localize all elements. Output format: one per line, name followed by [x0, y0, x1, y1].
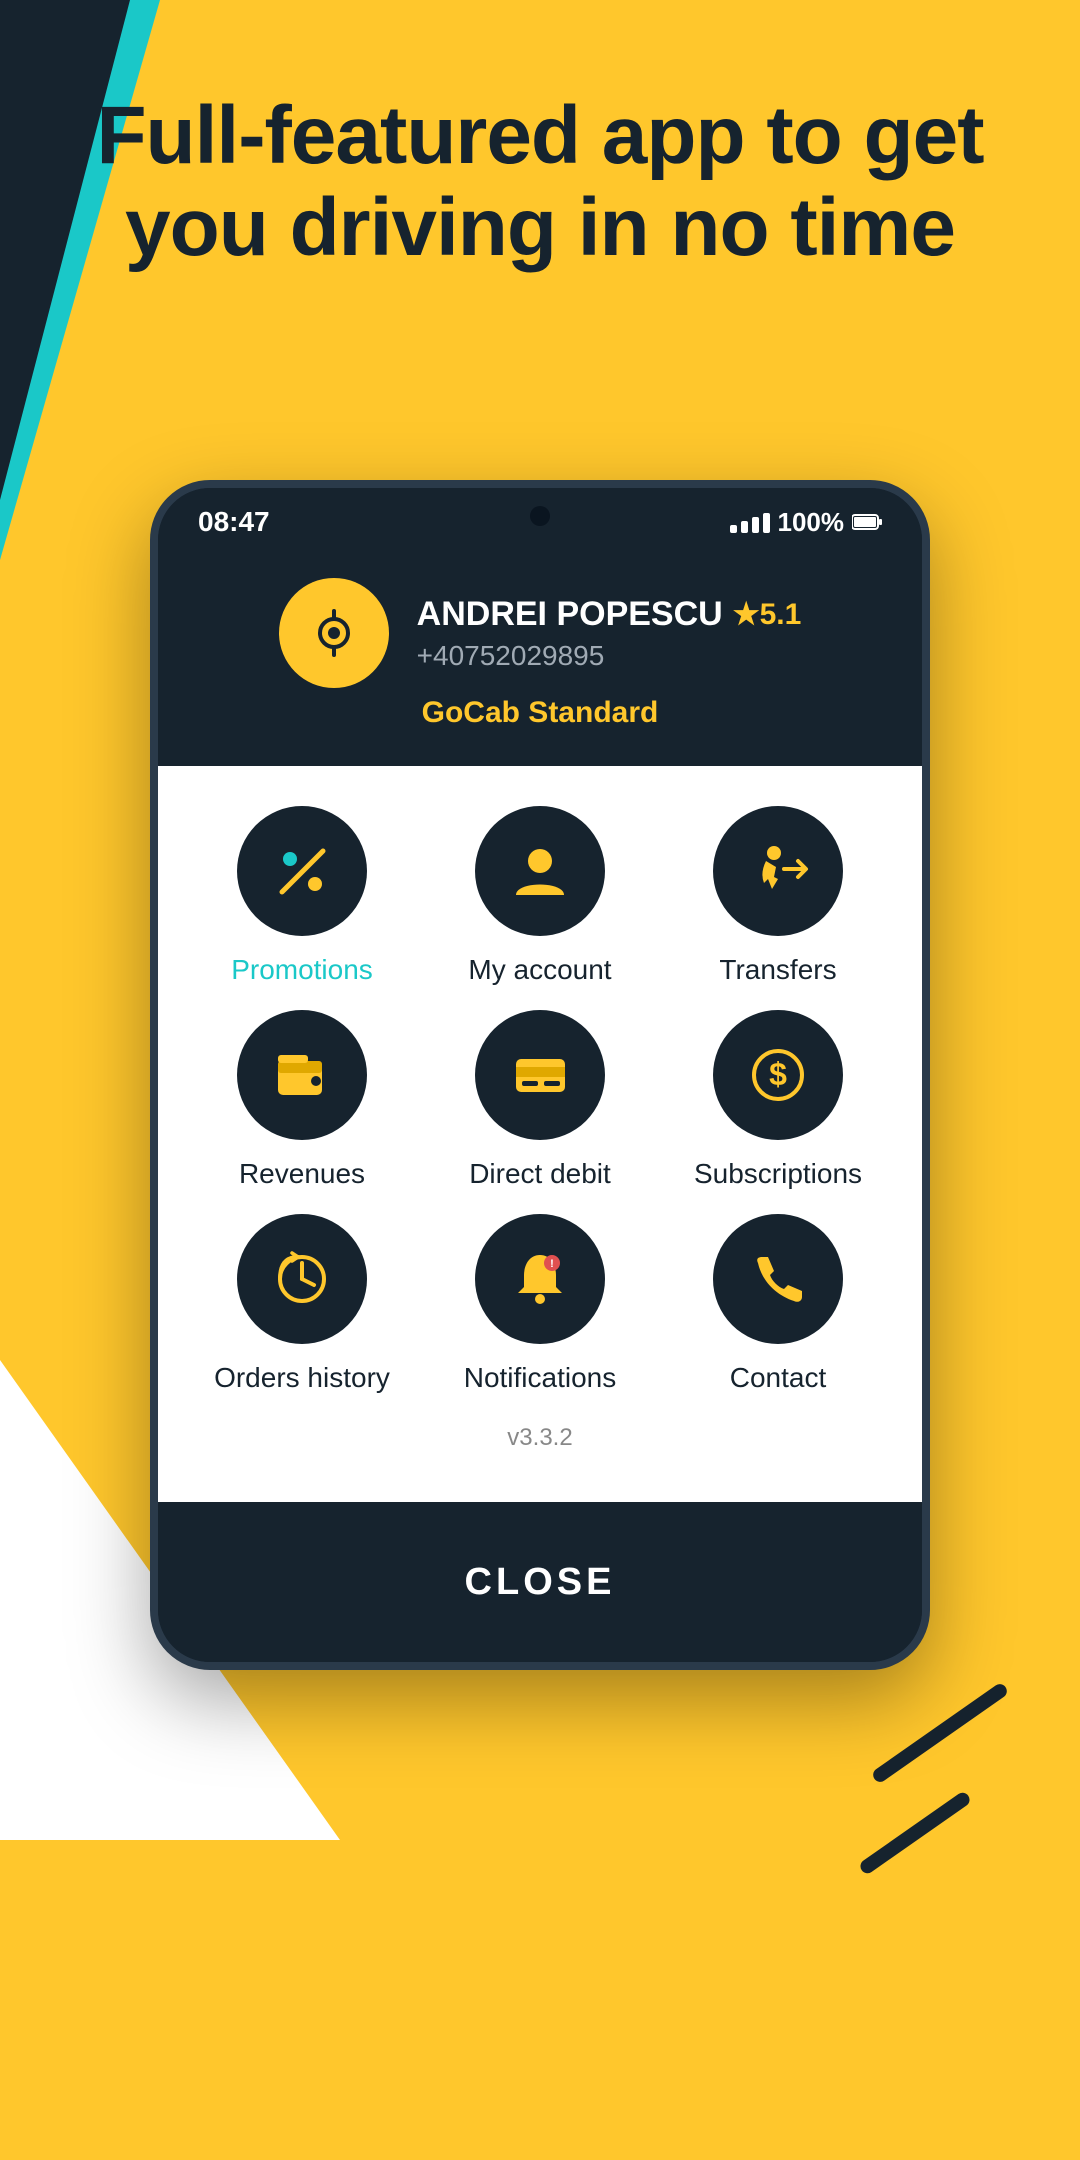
menu-grid: Promotions My account — [188, 806, 892, 1394]
menu-item-subscriptions[interactable]: $ Subscriptions — [664, 1010, 892, 1190]
svg-text:$: $ — [769, 1056, 787, 1092]
header-section: Full-featured app to get you driving in … — [0, 90, 1080, 274]
transfers-label: Transfers — [719, 954, 836, 986]
menu-grid-wrapper: Promotions My account — [158, 766, 922, 1502]
battery-status: 100% — [778, 507, 845, 538]
orders-history-icon-circle — [237, 1214, 367, 1344]
revenues-label: Revenues — [239, 1158, 365, 1190]
bell-icon: ! — [508, 1247, 573, 1312]
camera-notch — [530, 506, 550, 526]
phone-frame: 08:47 100% — [150, 480, 930, 1670]
close-bar[interactable]: CLOSE — [158, 1502, 922, 1662]
close-label[interactable]: CLOSE — [465, 1561, 616, 1604]
menu-item-promotions[interactable]: Promotions — [188, 806, 416, 986]
menu-item-notifications[interactable]: ! Notifications — [426, 1214, 654, 1394]
transfer-icon — [746, 839, 811, 904]
menu-item-revenues[interactable]: Revenues — [188, 1010, 416, 1190]
my-account-label: My account — [468, 954, 611, 986]
signal-icon — [730, 511, 770, 533]
headline-text: Full-featured app to get you driving in … — [60, 90, 1020, 274]
subscriptions-label: Subscriptions — [694, 1158, 862, 1190]
promotions-label: Promotions — [231, 954, 373, 986]
history-icon — [270, 1247, 335, 1312]
dollar-icon: $ — [746, 1043, 811, 1108]
phone-mockup: 08:47 100% — [150, 480, 930, 1670]
subscriptions-icon-circle: $ — [713, 1010, 843, 1140]
avatar-icon — [304, 603, 364, 663]
profile-phone: +40752029895 — [417, 640, 802, 672]
status-bar: 08:47 100% — [158, 488, 922, 548]
avatar — [279, 578, 389, 688]
direct-debit-label: Direct debit — [469, 1158, 611, 1190]
revenues-icon-circle — [237, 1010, 367, 1140]
status-right: 100% — [730, 507, 883, 538]
profile-name: ANDREI POPESCU ★5.1 — [417, 595, 802, 634]
contact-icon-circle — [713, 1214, 843, 1344]
direct-debit-icon-circle — [475, 1010, 605, 1140]
notifications-icon-circle: ! — [475, 1214, 605, 1344]
phone-icon — [746, 1247, 811, 1312]
transfers-icon-circle — [713, 806, 843, 936]
menu-item-orders-history[interactable]: Orders history — [188, 1214, 416, 1394]
wallet-icon — [270, 1043, 335, 1108]
card-icon — [508, 1043, 573, 1108]
menu-item-my-account[interactable]: My account — [426, 806, 654, 986]
promotions-icon-circle — [237, 806, 367, 936]
profile-section: ANDREI POPESCU ★5.1 +40752029895 GoCab S… — [158, 548, 922, 766]
svg-text:!: ! — [550, 1258, 554, 1270]
contact-label: Contact — [730, 1362, 827, 1394]
my-account-icon-circle — [475, 806, 605, 936]
star-rating: ★5.1 — [733, 597, 802, 632]
profile-info: ANDREI POPESCU ★5.1 +40752029895 — [417, 595, 802, 672]
orders-history-label: Orders history — [214, 1362, 390, 1394]
profile-row: ANDREI POPESCU ★5.1 +40752029895 — [279, 578, 802, 688]
status-time: 08:47 — [198, 506, 270, 538]
battery-icon — [852, 513, 882, 531]
menu-item-contact[interactable]: Contact — [664, 1214, 892, 1394]
plan-name: GoCab Standard — [422, 696, 659, 730]
version-text: v3.3.2 — [188, 1394, 892, 1462]
notifications-label: Notifications — [464, 1362, 617, 1394]
percent-icon — [270, 839, 335, 904]
menu-item-direct-debit[interactable]: Direct debit — [426, 1010, 654, 1190]
menu-item-transfers[interactable]: Transfers — [664, 806, 892, 986]
person-icon — [508, 839, 573, 904]
